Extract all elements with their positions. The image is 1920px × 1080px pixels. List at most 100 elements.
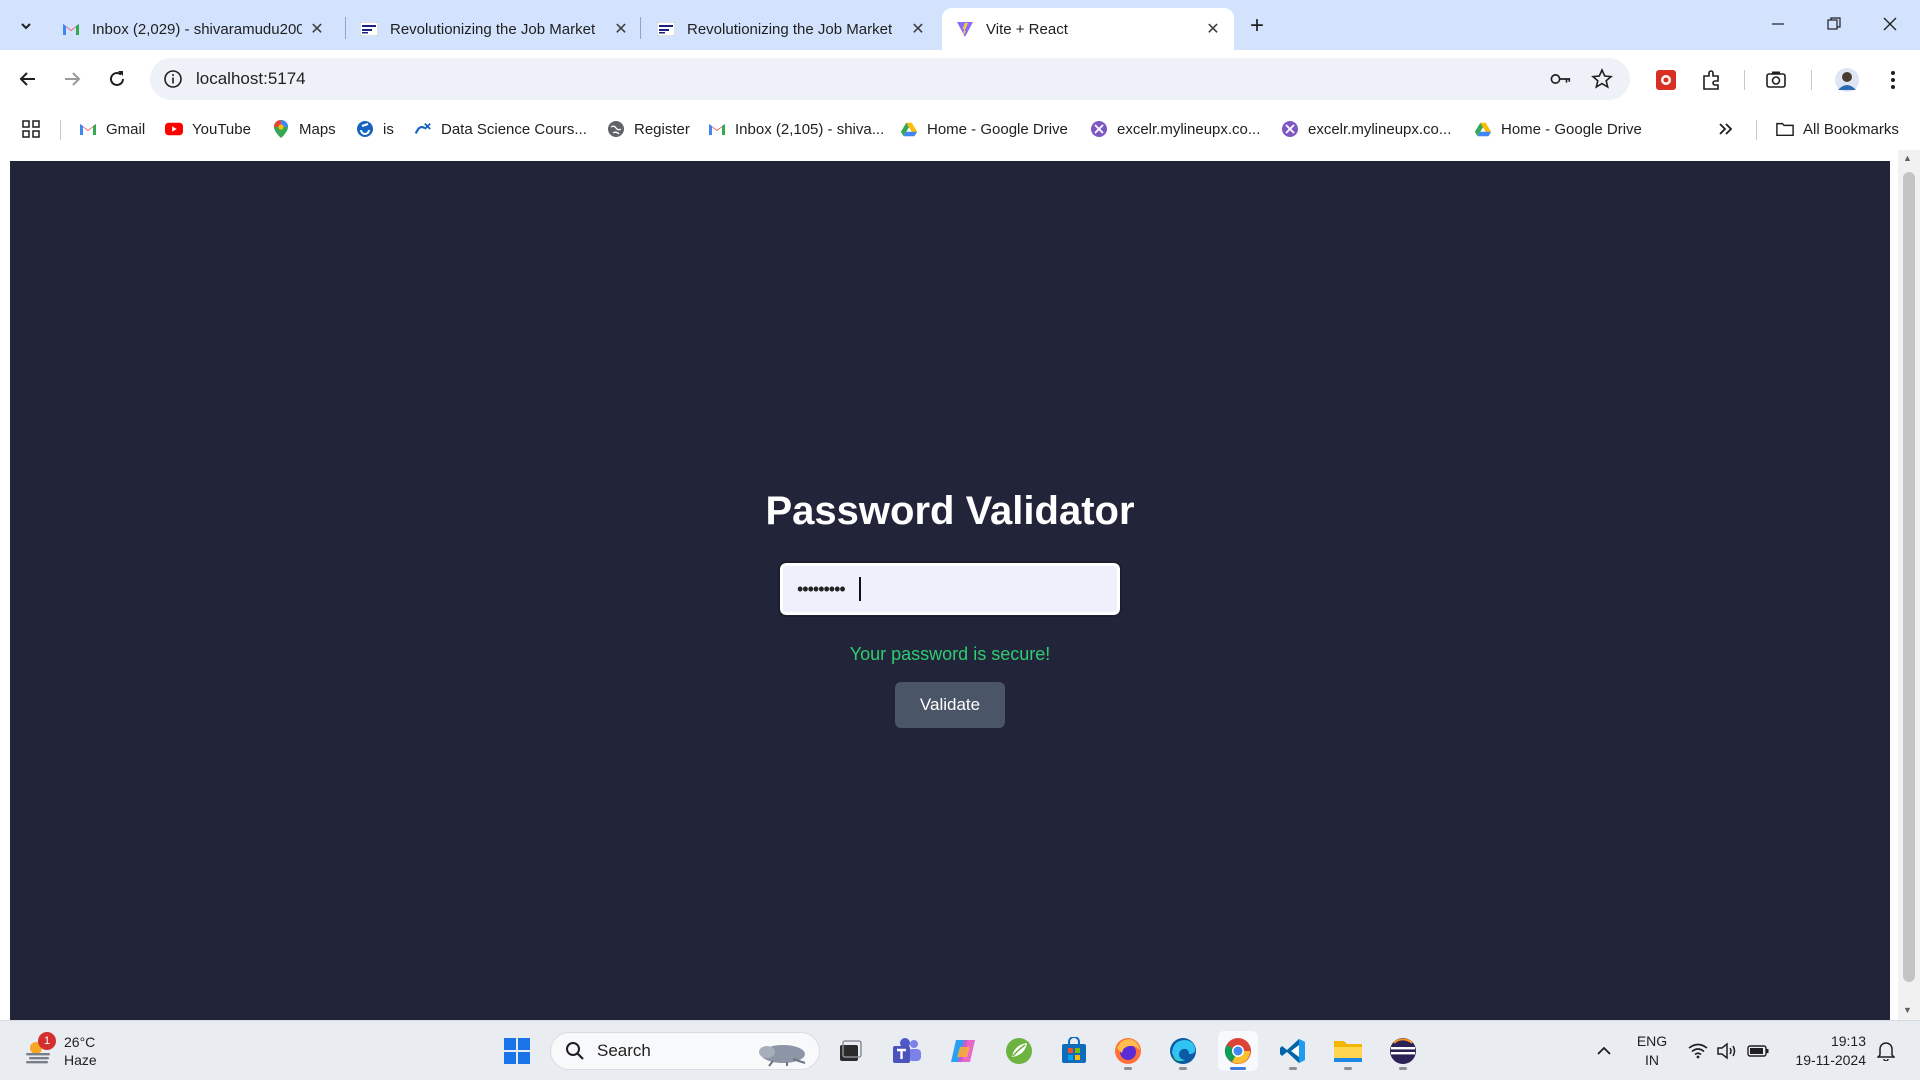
bookmarks-separator: [60, 120, 61, 140]
restore-icon: [1827, 17, 1841, 30]
start-button[interactable]: [497, 1031, 537, 1071]
chrome-button[interactable]: [1218, 1031, 1258, 1071]
folder-icon: [1776, 120, 1794, 138]
tab-revolutionizing-1[interactable]: Revolutionizing the Job Market ✕: [346, 8, 642, 50]
show-hidden-icons-button[interactable]: [1592, 1037, 1616, 1065]
bookmark-maps[interactable]: Maps: [272, 118, 336, 140]
weather-widget[interactable]: 1 26°C Haze: [24, 1030, 97, 1072]
extensions-puzzle-icon[interactable]: [1699, 67, 1725, 93]
close-tab-icon[interactable]: ✕: [1204, 20, 1222, 38]
running-indicator: [1230, 1067, 1246, 1070]
toolbar-separator: [1811, 70, 1812, 90]
chevron-down-icon: [21, 23, 31, 30]
menu-kebab-icon[interactable]: [1880, 67, 1906, 93]
more-bookmarks-button[interactable]: [1718, 118, 1734, 140]
wifi-icon[interactable]: [1686, 1037, 1710, 1065]
scroll-down-arrow-icon[interactable]: ▼: [1903, 1005, 1912, 1015]
eclipse-button[interactable]: [1383, 1031, 1423, 1071]
close-tab-icon[interactable]: ✕: [909, 20, 927, 38]
bookmark-star-icon[interactable]: [1591, 68, 1613, 90]
is-icon: [356, 120, 374, 138]
running-indicator: [1124, 1067, 1132, 1070]
restore-button[interactable]: [1806, 6, 1862, 42]
language-indicator[interactable]: ENG IN: [1634, 1032, 1670, 1070]
bookmark-label: Register: [634, 120, 690, 138]
spring-tools-button[interactable]: [999, 1031, 1039, 1071]
bookmark-lineupx-2[interactable]: excelr.mylineupx.co...: [1281, 118, 1451, 140]
new-tab-button[interactable]: +: [1242, 11, 1272, 41]
close-window-button[interactable]: [1862, 6, 1918, 42]
weather-haze-icon: 1: [24, 1032, 56, 1066]
forward-button[interactable]: [56, 63, 88, 95]
chevron-up-icon: [1597, 1046, 1611, 1055]
scrollbar-thumb[interactable]: [1903, 172, 1915, 982]
tab-search-button[interactable]: [12, 12, 40, 40]
all-bookmarks-label: All Bookmarks: [1803, 120, 1899, 138]
notification-bell-icon[interactable]: [1874, 1037, 1898, 1065]
system-clock[interactable]: 19:13 19-11-2024: [1786, 1032, 1866, 1070]
bookmark-inbox[interactable]: Inbox (2,105) - shiva...: [708, 118, 884, 140]
apps-grid-button[interactable]: [22, 118, 40, 140]
bookmark-label: YouTube: [192, 120, 251, 138]
eclipse-icon: [1390, 1038, 1416, 1064]
task-view-button[interactable]: [830, 1031, 870, 1071]
bookmark-youtube[interactable]: YouTube: [165, 118, 251, 140]
tab-vite-react[interactable]: Vite + React ✕: [942, 8, 1234, 50]
battery-icon[interactable]: [1745, 1037, 1771, 1065]
store-icon: [1062, 1037, 1086, 1063]
ms-store-button[interactable]: [1054, 1031, 1094, 1071]
teams-icon: [893, 1038, 921, 1063]
lineupx-icon: [1090, 120, 1108, 138]
validate-button[interactable]: Validate: [895, 682, 1005, 728]
tab-title: Revolutionizing the Job Market: [687, 20, 893, 38]
bookmark-is[interactable]: is: [356, 118, 394, 140]
minimize-icon: [1772, 23, 1784, 25]
edge-icon: [1170, 1038, 1196, 1064]
file-explorer-button[interactable]: [1328, 1031, 1368, 1071]
firefox-button[interactable]: [1108, 1031, 1148, 1071]
close-tab-icon[interactable]: ✕: [308, 20, 326, 38]
site-info-icon[interactable]: [162, 68, 184, 90]
running-indicator: [1289, 1067, 1297, 1070]
extension-red-icon[interactable]: [1653, 67, 1679, 93]
bookmark-gmail[interactable]: Gmail: [79, 118, 145, 140]
lineupx-icon: [1281, 120, 1299, 138]
bookmark-lineupx-1[interactable]: excelr.mylineupx.co...: [1090, 118, 1260, 140]
edge-button[interactable]: [1163, 1031, 1203, 1071]
scroll-up-arrow-icon[interactable]: ▲: [1903, 153, 1912, 163]
volume-icon[interactable]: [1715, 1037, 1739, 1065]
nxtwave-icon: [657, 20, 675, 38]
bookmark-drive-1[interactable]: Home - Google Drive: [900, 118, 1068, 140]
vscode-button[interactable]: [1273, 1031, 1313, 1071]
tab-revolutionizing-2[interactable]: Revolutionizing the Job Market ✕: [643, 8, 939, 50]
bookmark-drive-2[interactable]: Home - Google Drive: [1474, 118, 1642, 140]
screenshot-lens-icon[interactable]: [1763, 67, 1789, 93]
all-bookmarks-button[interactable]: All Bookmarks: [1776, 118, 1899, 140]
copilot-button[interactable]: [943, 1031, 983, 1071]
password-key-icon[interactable]: [1550, 68, 1572, 90]
reload-button[interactable]: [101, 63, 133, 95]
back-button[interactable]: [12, 63, 44, 95]
page-viewport: Password Validator ••••••••• Your passwo…: [10, 161, 1890, 1020]
bookmark-label: is: [383, 120, 394, 138]
status-message: Your password is secure!: [849, 644, 1051, 664]
taskbar-search[interactable]: Search: [550, 1032, 820, 1070]
clock-time: 19:13: [1830, 1033, 1866, 1049]
minimize-button[interactable]: [1750, 6, 1806, 42]
address-bar[interactable]: localhost:5174: [150, 58, 1630, 100]
bookmark-register[interactable]: Register: [607, 118, 690, 140]
bookmark-label: Data Science Cours...: [441, 120, 587, 138]
bookmark-label: Home - Google Drive: [927, 120, 1068, 138]
tab-inbox[interactable]: Inbox (2,029) - shivaramudu200 ✕: [48, 8, 338, 50]
bookmark-data-science[interactable]: Data Science Cours...: [414, 118, 587, 140]
clock-date: 19-11-2024: [1795, 1052, 1866, 1068]
profile-avatar[interactable]: [1834, 67, 1860, 93]
running-indicator: [1179, 1067, 1187, 1070]
teams-button[interactable]: [887, 1031, 927, 1071]
close-tab-icon[interactable]: ✕: [612, 20, 630, 38]
search-placeholder: Search: [597, 1041, 651, 1060]
password-input[interactable]: •••••••••: [778, 561, 1122, 617]
task-view-icon: [840, 1040, 862, 1061]
page-scrollbar[interactable]: ▲ ▼: [1898, 150, 1920, 1020]
drive-icon: [900, 120, 918, 138]
